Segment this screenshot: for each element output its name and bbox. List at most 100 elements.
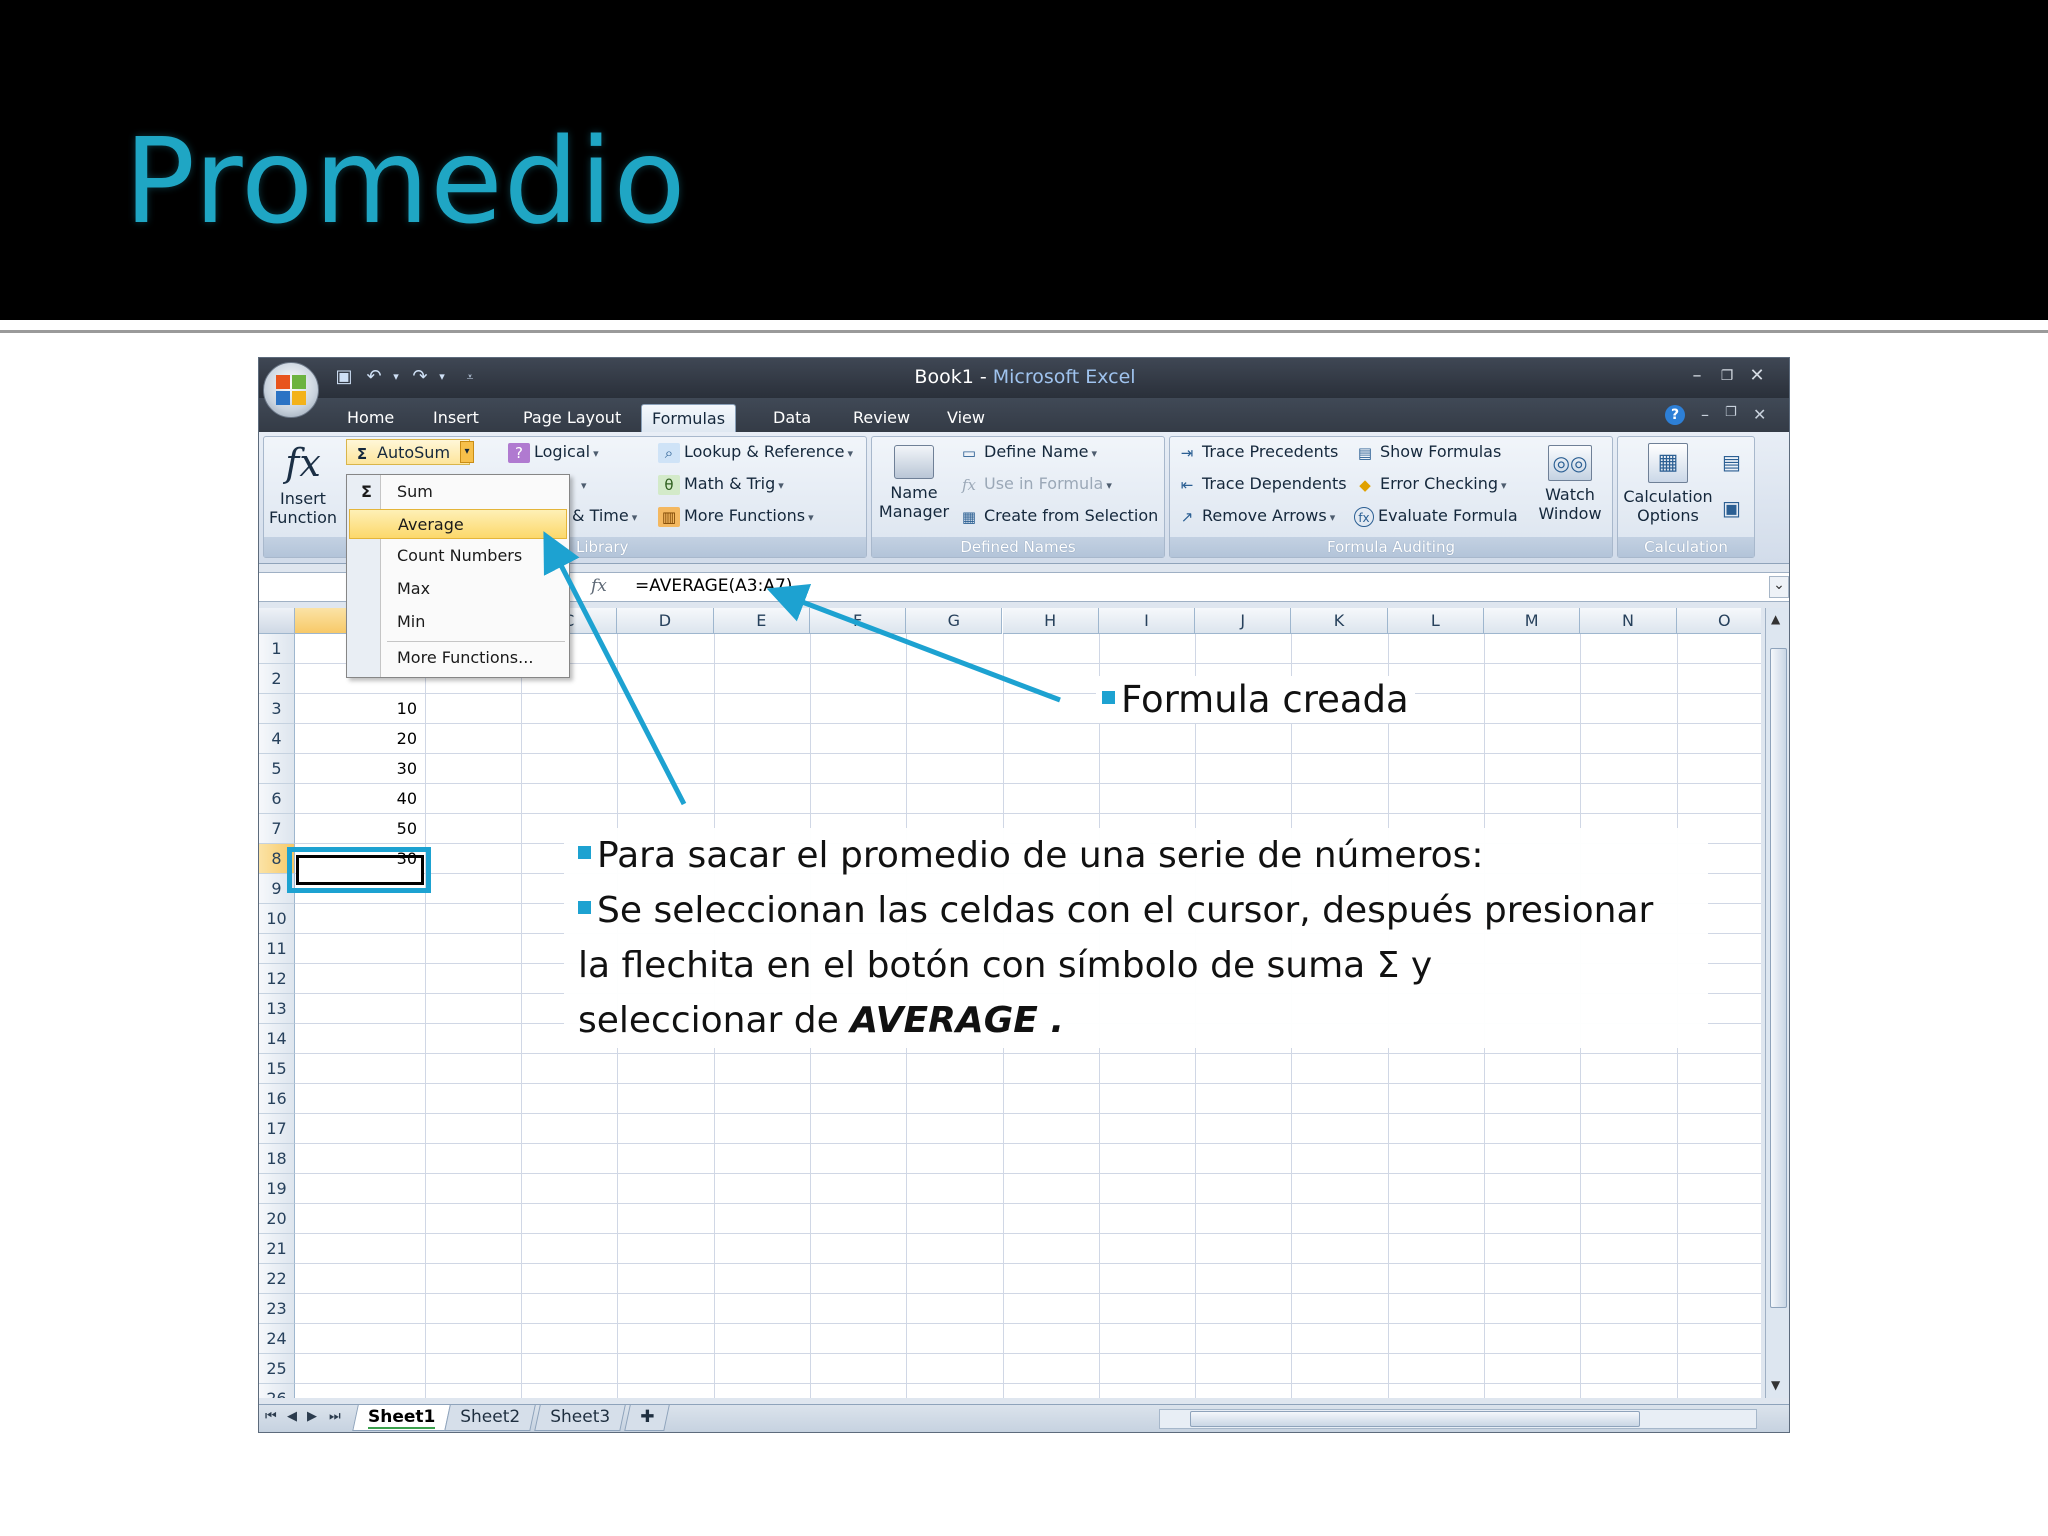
- tab-review[interactable]: Review: [843, 404, 920, 432]
- cell-a3[interactable]: 10: [331, 694, 417, 724]
- math-trig-button[interactable]: θ Math & Trig ▾: [658, 471, 784, 497]
- tab-home[interactable]: Home: [337, 404, 404, 432]
- horizontal-scrollbar[interactable]: [1159, 1409, 1757, 1429]
- close-icon[interactable]: ✕: [1745, 364, 1769, 388]
- error-checking-button[interactable]: ◆ Error Checking ▾: [1354, 471, 1506, 497]
- menu-item-more-functions[interactable]: More Functions...: [349, 643, 567, 673]
- use-in-formula-button[interactable]: fx Use in Formula ▾: [958, 471, 1112, 497]
- row-header-5[interactable]: 5: [259, 754, 295, 784]
- help-button[interactable]: ?: [1665, 405, 1685, 425]
- tab-formulas[interactable]: Formulas: [641, 404, 737, 432]
- column-header-l[interactable]: L: [1387, 608, 1484, 634]
- workbook-restore-icon[interactable]: ❐: [1725, 405, 1737, 420]
- row-header-23[interactable]: 23: [259, 1294, 295, 1324]
- vertical-scroll-thumb[interactable]: [1770, 648, 1787, 1308]
- tab-view[interactable]: View: [937, 404, 995, 432]
- restore-icon[interactable]: ❐: [1715, 364, 1739, 388]
- last-sheet-icon[interactable]: ⏭: [329, 1409, 341, 1424]
- scroll-up-icon[interactable]: ▲: [1771, 612, 1780, 626]
- row-header-22[interactable]: 22: [259, 1264, 295, 1294]
- workbook-close-icon[interactable]: ✕: [1753, 405, 1766, 424]
- tab-data[interactable]: Data: [763, 404, 821, 432]
- office-button[interactable]: [263, 362, 319, 418]
- sheet-tab-sheet3[interactable]: Sheet3: [534, 1405, 626, 1431]
- cell-a5[interactable]: 30: [331, 754, 417, 784]
- sheet-tab-sheet1[interactable]: Sheet1: [352, 1405, 452, 1431]
- column-header-m[interactable]: M: [1484, 608, 1581, 634]
- column-header-o[interactable]: O: [1676, 608, 1761, 634]
- row-header-19[interactable]: 19: [259, 1174, 295, 1204]
- row-header-25[interactable]: 25: [259, 1354, 295, 1384]
- insert-function-button[interactable]: fx Insert Function: [268, 441, 338, 527]
- minimize-icon[interactable]: –: [1685, 364, 1709, 388]
- row-header-17[interactable]: 17: [259, 1114, 295, 1144]
- next-sheet-icon[interactable]: ▶: [307, 1409, 317, 1424]
- row-header-15[interactable]: 15: [259, 1054, 295, 1084]
- formula-input[interactable]: =AVERAGE(A3:A7): [635, 576, 792, 596]
- insert-function-fx-icon[interactable]: fx: [591, 576, 607, 596]
- evaluate-formula-button[interactable]: fx Evaluate Formula: [1354, 503, 1518, 529]
- row-header-14[interactable]: 14: [259, 1024, 295, 1054]
- row-header-13[interactable]: 13: [259, 994, 295, 1024]
- autosum-button[interactable]: Σ AutoSum: [346, 439, 470, 465]
- prev-sheet-icon[interactable]: ◀: [287, 1409, 297, 1424]
- workbook-minimize-icon[interactable]: –: [1701, 405, 1709, 424]
- logical-button[interactable]: ? Logical ▾: [508, 439, 599, 465]
- lookup-reference-button[interactable]: ⌕ Lookup & Reference ▾: [658, 439, 853, 465]
- row-header-4[interactable]: 4: [259, 724, 295, 754]
- create-from-selection-button[interactable]: ▦ Create from Selection: [958, 503, 1158, 529]
- sheet-tab-sheet2[interactable]: Sheet2: [444, 1405, 536, 1431]
- cell-a7[interactable]: 50: [331, 814, 417, 844]
- column-header-n[interactable]: N: [1580, 608, 1677, 634]
- row-header-3[interactable]: 3: [259, 694, 295, 724]
- row-header-21[interactable]: 21: [259, 1234, 295, 1264]
- tab-page-layout[interactable]: Page Layout: [513, 404, 631, 432]
- watch-window-button[interactable]: ◎◎ Watch Window: [1532, 445, 1608, 523]
- row-header-2[interactable]: 2: [259, 664, 295, 694]
- insert-sheet-button[interactable]: ✚: [624, 1405, 670, 1431]
- menu-item-sum[interactable]: Σ Sum: [349, 477, 567, 507]
- autosum-dropdown-arrow[interactable]: ▾: [460, 441, 474, 463]
- column-header-e[interactable]: E: [713, 608, 810, 634]
- column-header-j[interactable]: J: [1195, 608, 1292, 634]
- row-header-10[interactable]: 10: [259, 904, 295, 934]
- select-all-corner[interactable]: [259, 608, 295, 634]
- column-header-d[interactable]: D: [617, 608, 714, 634]
- row-header-7[interactable]: 7: [259, 814, 295, 844]
- row-header-11[interactable]: 11: [259, 934, 295, 964]
- column-header-g[interactable]: G: [906, 608, 1003, 634]
- row-header-6[interactable]: 6: [259, 784, 295, 814]
- column-header-h[interactable]: H: [1002, 608, 1099, 634]
- calculation-options-button[interactable]: ▦ Calculation Options: [1620, 443, 1716, 525]
- cell-a4[interactable]: 20: [331, 724, 417, 754]
- calculate-now-icon[interactable]: ▤: [1722, 449, 1741, 475]
- cell-a8[interactable]: 30: [331, 844, 417, 874]
- row-header-24[interactable]: 24: [259, 1324, 295, 1354]
- row-header-1[interactable]: 1: [259, 634, 295, 664]
- cell-a6[interactable]: 40: [331, 784, 417, 814]
- date-time-button[interactable]: & Time ▾: [572, 503, 637, 529]
- column-header-i[interactable]: I: [1098, 608, 1196, 634]
- expand-formula-bar-icon[interactable]: ⌄: [1769, 576, 1789, 598]
- row-header-26[interactable]: 26: [259, 1384, 295, 1398]
- menu-item-count-numbers[interactable]: Count Numbers: [349, 541, 567, 571]
- menu-item-min[interactable]: Min: [349, 607, 567, 637]
- remove-arrows-button[interactable]: ↗ Remove Arrows ▾: [1176, 503, 1336, 529]
- show-formulas-button[interactable]: ▤ Show Formulas: [1354, 439, 1501, 465]
- row-header-18[interactable]: 18: [259, 1144, 295, 1174]
- calculate-sheet-icon[interactable]: ▣: [1722, 495, 1741, 521]
- more-functions-button[interactable]: ▥ More Functions ▾: [658, 503, 814, 529]
- trace-dependents-button[interactable]: ⇤ Trace Dependents: [1176, 471, 1347, 497]
- trace-precedents-button[interactable]: ⇥ Trace Precedents: [1176, 439, 1339, 465]
- horizontal-scroll-thumb[interactable]: [1190, 1411, 1640, 1427]
- scroll-down-icon[interactable]: ▼: [1771, 1378, 1780, 1392]
- first-sheet-icon[interactable]: ⏮: [265, 1409, 277, 1424]
- row-header-16[interactable]: 16: [259, 1084, 295, 1114]
- row-header-20[interactable]: 20: [259, 1204, 295, 1234]
- text-button[interactable]: ▾: [578, 471, 587, 497]
- name-manager-button[interactable]: Name Manager: [876, 445, 952, 521]
- menu-item-max[interactable]: Max: [349, 574, 567, 604]
- menu-item-average[interactable]: Average: [349, 509, 567, 539]
- define-name-button[interactable]: ▭ Define Name ▾: [958, 439, 1097, 465]
- tab-insert[interactable]: Insert: [423, 404, 489, 432]
